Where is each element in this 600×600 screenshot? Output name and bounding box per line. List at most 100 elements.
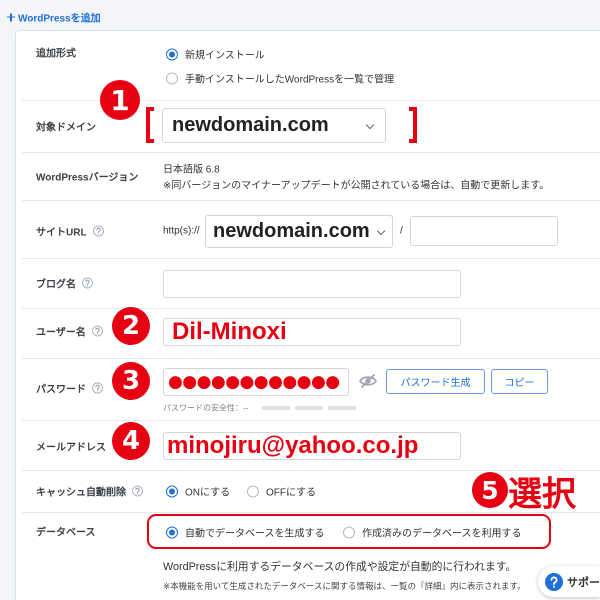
site-url-domain-select[interactable]: newdomain.com (205, 215, 393, 248)
cache-clear-option-on-label: ONにする (185, 487, 231, 499)
annotation-select-label: 選択 (508, 475, 576, 514)
help-icon-svg (91, 325, 103, 337)
site-url-separator: / (400, 225, 403, 237)
row-divider (22, 308, 600, 309)
install-type-label: 追加形式 (36, 45, 76, 60)
install-type-option-new-label: 新規インストール (185, 50, 265, 62)
help-icon[interactable] (92, 382, 103, 394)
row-divider (22, 358, 600, 359)
row-divider (22, 258, 600, 259)
password-mask-dot: ● (296, 371, 312, 392)
radio-button[interactable] (247, 485, 259, 497)
help-circle-icon-svg (545, 572, 563, 591)
password-mask-dot: ● (225, 371, 241, 392)
password-mask-dot: ● (282, 371, 298, 392)
plus-icon (7, 13, 15, 21)
add-wordpress-title: WordPressを追加 (18, 13, 101, 25)
help-icon[interactable] (92, 225, 104, 237)
username-value: Dil-Minoxi (172, 318, 287, 345)
annotation-bracket-right (409, 107, 417, 143)
radio-button[interactable] (166, 526, 178, 538)
generate-password-button[interactable]: パスワード生成 (386, 369, 485, 394)
site-url-path-input[interactable] (410, 216, 558, 246)
help-icon[interactable] (132, 485, 143, 497)
row-divider (22, 420, 600, 421)
annotation-bracket-left (146, 107, 154, 143)
strength-bar (262, 406, 290, 410)
domain-label-text: 対象ドメイン (36, 122, 96, 134)
row-divider (22, 200, 600, 201)
password-mask-dot: ● (239, 371, 255, 392)
help-icon-svg (82, 277, 93, 289)
help-icon-svg (92, 382, 103, 394)
password-mask-dot: ● (310, 371, 326, 392)
support-label: サポー (567, 576, 600, 589)
password-mask-dot: ● (325, 371, 341, 392)
radio-button[interactable] (166, 48, 178, 60)
help-icon[interactable] (91, 325, 103, 337)
password-mask-dot: ● (210, 371, 226, 392)
database-label: データベース (36, 524, 96, 539)
chevron-down-icon (376, 226, 386, 236)
version-label-text: WordPressバージョン (36, 172, 139, 184)
database-option-existing[interactable]: 作成済みのデータベースを利用する (343, 525, 522, 540)
username-label: ユーザー名 (36, 324, 103, 339)
password-label-text: パスワード (36, 384, 86, 396)
row-divider (22, 152, 600, 153)
help-icon-svg (132, 485, 143, 497)
version-note: ※同バージョンのマイナーアップデートが公開されている場合は、自動で更新します。 (163, 180, 550, 192)
cache-clear-label-text: キャッシュ自動削除 (36, 487, 126, 499)
blog-name-input[interactable] (163, 270, 461, 298)
password-strength-label: パスワードの安全性：-- (163, 403, 249, 413)
radio-button[interactable] (166, 485, 178, 497)
eye-off-icon[interactable] (359, 374, 377, 388)
cache-clear-option-off-label: OFFにする (266, 487, 317, 499)
add-wordpress-link[interactable]: WordPressを追加 (7, 10, 101, 25)
step-2-marker: 2 (112, 307, 150, 345)
chevron-down-icon (365, 120, 375, 130)
step-1-marker: 1 (100, 80, 140, 120)
install-type-label-text: 追加形式 (36, 48, 76, 60)
site-url-domain-value: newdomain.com (213, 220, 370, 242)
help-icon[interactable] (82, 277, 93, 289)
database-option-auto[interactable]: 自動でデータベースを生成する (166, 525, 325, 540)
cache-clear-label: キャッシュ自動削除 (36, 484, 143, 499)
blog-name-label-text: ブログ名 (36, 279, 76, 291)
password-mask-dot: ● (253, 371, 269, 392)
cache-clear-option-off[interactable]: OFFにする (247, 484, 316, 499)
version-value: 日本語版 6.8 (163, 164, 220, 176)
step-3-marker: 3 (112, 362, 150, 400)
password-label: パスワード (36, 381, 103, 396)
email-value: minojiru@yahoo.co.jp (167, 432, 419, 459)
eye-off-icon-svg (359, 374, 377, 388)
copy-password-button[interactable]: コピー (491, 369, 548, 394)
password-strength-meter (262, 406, 356, 410)
support-button[interactable]: サポー (538, 566, 600, 597)
cache-clear-option-on[interactable]: ONにする (166, 484, 230, 499)
install-type-option-manual[interactable]: 手動インストールしたWordPressを一覧で管理 (166, 71, 394, 86)
blog-name-label: ブログ名 (36, 276, 93, 291)
domain-label: 対象ドメイン (36, 119, 96, 134)
password-input[interactable]: ●●●●●●●●●●●● (163, 368, 349, 396)
password-value: ●●●●●●●●●●●● (168, 371, 341, 392)
domain-select[interactable]: newdomain.com (162, 108, 386, 143)
username-label-text: ユーザー名 (36, 327, 86, 339)
help-circle-icon (545, 572, 563, 591)
radio-button[interactable] (166, 72, 178, 84)
database-label-text: データベース (36, 527, 96, 539)
database-description: WordPressに利用するデータベースの作成や設定が自動的に行われます。 (163, 561, 517, 573)
site-url-prefix: http(s):// (163, 225, 200, 237)
database-option-existing-label: 作成済みのデータベースを利用する (362, 528, 522, 540)
domain-select-value: newdomain.com (172, 114, 329, 136)
username-input[interactable]: Dil-Minoxi (163, 318, 461, 346)
email-input[interactable]: minojiru@yahoo.co.jp (163, 432, 461, 460)
password-mask-dot: ● (168, 371, 183, 392)
password-mask-dot: ● (182, 371, 198, 392)
step-5-marker: 5 (472, 472, 508, 508)
radio-button[interactable] (343, 526, 355, 538)
version-label: WordPressバージョン (36, 169, 138, 184)
install-type-option-manual-label: 手動インストールしたWordPressを一覧で管理 (185, 74, 395, 86)
install-type-option-new[interactable]: 新規インストール (166, 47, 265, 62)
password-mask-dot: ● (268, 371, 283, 392)
help-icon-svg (92, 225, 104, 237)
